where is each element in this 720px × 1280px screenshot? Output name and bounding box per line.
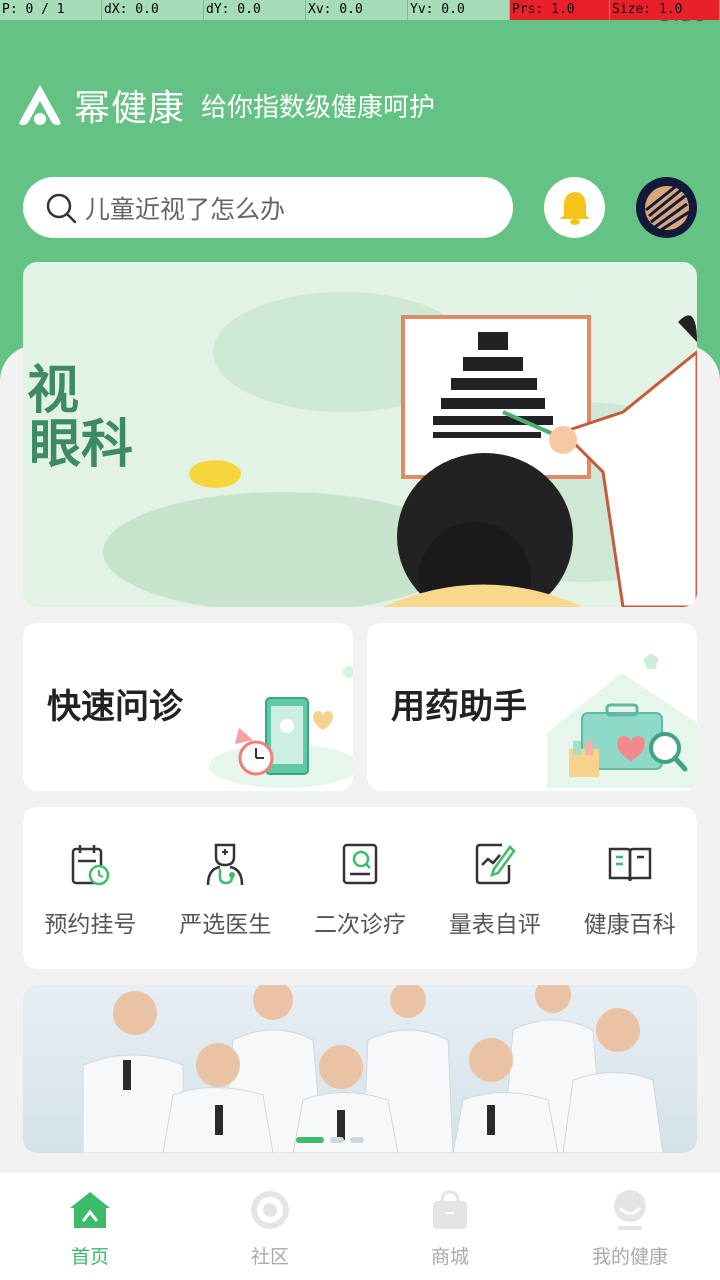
debug-dy: dY: 0.0 (204, 0, 306, 20)
carousel-dot (330, 1137, 344, 1143)
brand-name: 幂健康 (74, 88, 186, 129)
menu-self-assessment-label: 量表自评 (448, 912, 541, 938)
brand-slogan: 给你指数级健康呵护 (201, 92, 436, 123)
shopping-bag-icon (433, 1190, 467, 1229)
menu-second-opinion-label: 二次诊疗 (313, 912, 406, 938)
banner-title-line2: 眼科 (29, 414, 134, 475)
calendar-clock-icon (72, 845, 110, 886)
medicine-assistant-title: 用药助手 (391, 687, 527, 727)
carousel-dot-active (296, 1137, 324, 1143)
search-bar[interactable]: 儿童近视了怎么办 (23, 177, 513, 238)
menu-second-opinion[interactable]: 二次诊疗 (293, 807, 428, 969)
tab-community[interactable]: 社区 (180, 1172, 360, 1280)
report-search-icon (342, 843, 378, 885)
debug-pointer: P: 0 / 1 (0, 0, 102, 20)
medicine-assistant-card[interactable]: 用药助手 (367, 623, 697, 791)
tab-home[interactable]: 首页 (0, 1172, 180, 1280)
tab-my-health-label: 我的健康 (591, 1246, 668, 1268)
debug-yv: Yv: 0.0 (408, 0, 510, 20)
medical-kit-icon (547, 653, 697, 788)
tab-community-label: 社区 (250, 1246, 289, 1268)
doctor-team-photo (82, 985, 664, 1153)
menu-appointment[interactable]: 预约挂号 (23, 807, 158, 969)
brand-header: 幂健康 给你指数级健康呵护 (16, 80, 435, 130)
promo-banner[interactable]: 视 眼科 (23, 262, 697, 607)
home-icon (70, 1192, 110, 1228)
quick-consult-card[interactable]: 快速问诊 (23, 623, 353, 791)
debug-size: Size: 1.0 (610, 0, 720, 20)
tab-mall-label: 商城 (430, 1246, 469, 1268)
menu-self-assessment[interactable]: 量表自评 (427, 807, 562, 969)
phone-consult-icon (209, 666, 353, 788)
menu-appointment-label: 预约挂号 (44, 912, 137, 938)
chart-pencil-icon (475, 843, 516, 885)
profile-icon (614, 1190, 646, 1230)
quick-consult-title: 快速问诊 (47, 687, 183, 727)
bottom-tab-bar: 首页 社区 商城 我的健康 (0, 1172, 720, 1280)
debug-pressure: Prs: 1.0 (510, 0, 610, 20)
community-icon (251, 1191, 289, 1229)
menu-select-doctor-label: 严选医生 (179, 912, 272, 938)
notification-button[interactable] (544, 177, 605, 238)
carousel-indicator (296, 1137, 364, 1143)
pointer-debug-overlay: P: 0 / 1 dX: 0.0 dY: 0.0 Xv: 0.0 Yv: 0.0… (0, 0, 720, 20)
open-book-icon (608, 847, 651, 882)
doctors-banner[interactable] (23, 985, 697, 1153)
carousel-dot (350, 1137, 364, 1143)
avatar-image (644, 185, 690, 231)
search-icon (46, 193, 77, 223)
search-placeholder: 儿童近视了怎么办 (85, 194, 286, 224)
doctor-stethoscope-icon (206, 843, 244, 886)
tab-home-label: 首页 (70, 1246, 109, 1268)
debug-xv: Xv: 0.0 (306, 0, 408, 20)
debug-dx: dX: 0.0 (102, 0, 204, 20)
bell-icon (559, 191, 590, 225)
menu-health-wiki[interactable]: 健康百科 (562, 807, 697, 969)
user-avatar[interactable] (636, 177, 697, 238)
tab-mall[interactable]: 商城 (360, 1172, 540, 1280)
menu-select-doctor[interactable]: 严选医生 (158, 807, 293, 969)
tab-my-health[interactable]: 我的健康 (540, 1172, 720, 1280)
menu-health-wiki-label: 健康百科 (583, 912, 676, 938)
function-menu: 预约挂号 严选医生 二次诊疗 量表自评 健康百科 (23, 807, 697, 969)
brand-logo-icon (19, 85, 61, 125)
